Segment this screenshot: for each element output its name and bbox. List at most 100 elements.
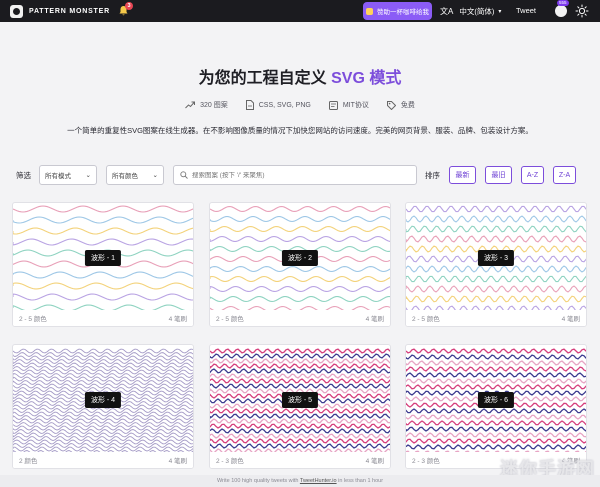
wave-line xyxy=(13,383,193,389)
feature-label: 免费 xyxy=(400,102,415,109)
logo-mark-icon xyxy=(10,4,23,18)
wave-line xyxy=(210,368,390,374)
wave-line xyxy=(13,352,193,357)
card-footer: 2 - 5 颜色 4 笔刷 xyxy=(13,310,193,326)
stroke-count: 4 笔刷 xyxy=(561,316,580,323)
bell-icon[interactable]: 3 xyxy=(118,2,133,18)
wave-line xyxy=(210,433,390,439)
wave-line xyxy=(13,439,193,445)
wave-line xyxy=(406,205,586,213)
wave-line xyxy=(210,358,390,364)
footer-text: Write 100 high quality tweets with xyxy=(216,478,300,484)
color-count: 2 - 3 颜色 xyxy=(216,458,244,465)
feature-patterns: 320 图案 xyxy=(185,100,228,110)
wave-line xyxy=(210,235,390,242)
tag-icon xyxy=(386,100,396,110)
search-box[interactable] xyxy=(173,165,417,185)
pattern-card[interactable]: 波形 - 3 2 - 5 颜色 4 笔刷 xyxy=(405,202,587,327)
github-icon[interactable] xyxy=(555,5,567,17)
wave-line xyxy=(13,271,193,279)
wave-line xyxy=(210,205,390,213)
title-accent: SVG 模式 xyxy=(331,70,402,87)
wave-line xyxy=(406,295,586,303)
notification-badge: 3 xyxy=(125,2,133,10)
stroke-count: 4 笔刷 xyxy=(168,458,187,465)
wave-line xyxy=(406,275,586,283)
card-footer: 2 颜色 4 笔刷 xyxy=(13,452,193,468)
wave-line xyxy=(406,360,586,366)
pattern-card[interactable]: 波形 - 2 2 - 5 颜色 4 笔刷 xyxy=(209,202,391,327)
wave-line xyxy=(406,444,586,450)
wave-line xyxy=(406,372,586,378)
wave-line xyxy=(210,383,390,389)
chevron-down-icon: ⌄ xyxy=(152,172,158,179)
wave-line xyxy=(210,423,390,429)
wave-line xyxy=(406,438,586,444)
coffee-icon xyxy=(366,7,373,15)
mode-select-value: 所有模式 xyxy=(45,173,71,180)
wave-line xyxy=(406,384,586,390)
wave-line xyxy=(210,285,390,293)
sponsor-button[interactable]: 赞助一杯咖啡给我 xyxy=(363,2,432,20)
page-title: 为您的工程自定义 SVG 模式 xyxy=(0,64,600,88)
color-count: 2 - 3 颜色 xyxy=(412,458,440,465)
color-count: 2 - 5 颜色 xyxy=(19,316,47,323)
trend-icon xyxy=(185,101,196,109)
wave-line xyxy=(406,378,586,384)
card-footer: 2 - 5 颜色 4 笔刷 xyxy=(406,310,586,326)
sponsor-label: 赞助一杯咖啡给我 xyxy=(377,9,429,16)
wave-line xyxy=(210,216,390,223)
footer-link[interactable]: TweetHunter.io xyxy=(300,478,337,484)
wave-line xyxy=(13,425,193,431)
sort-oldest-button[interactable]: 最旧 xyxy=(485,166,512,184)
sort-label: 排序 xyxy=(425,170,440,180)
stroke-count: 4 笔刷 xyxy=(365,316,384,323)
pattern-card[interactable]: 波形 - 5 2 - 3 颜色 4 笔刷 xyxy=(209,344,391,469)
language-selector[interactable]: 文A 中文(简体) ▾ xyxy=(440,0,501,22)
pattern-card[interactable]: 波形 - 6 2 - 3 颜色 4 笔刷 xyxy=(405,344,587,469)
wave-line xyxy=(406,366,586,372)
wave-line xyxy=(210,443,390,449)
color-select[interactable]: 所有颜色 ⌄ xyxy=(106,165,164,185)
top-navbar: PATTERN MONSTER 3 赞助一杯咖啡给我 文A 中文(简体) ▾ T… xyxy=(0,0,600,22)
wave-line xyxy=(210,418,390,424)
sort-newest-button[interactable]: 最新 xyxy=(449,166,476,184)
search-icon xyxy=(180,171,188,179)
wave-line xyxy=(406,420,586,426)
feature-label: 320 图案 xyxy=(200,102,228,109)
wave-line xyxy=(210,413,390,419)
wave-line xyxy=(13,348,193,354)
feature-license: MIT协议 xyxy=(328,100,369,110)
wave-line xyxy=(406,414,586,420)
sort-za-button[interactable]: Z-A xyxy=(553,166,576,184)
feature-price: 免费 xyxy=(386,100,415,110)
wave-line xyxy=(406,348,586,354)
wave-line xyxy=(210,428,390,434)
pattern-name-badge: 波形 - 6 xyxy=(477,392,515,408)
search-input[interactable] xyxy=(192,171,392,179)
wave-line xyxy=(210,295,390,303)
chevron-down-icon: ⌄ xyxy=(85,172,91,179)
wave-line xyxy=(210,353,390,359)
wave-line xyxy=(13,387,193,392)
card-footer: 2 - 3 颜色 4 笔刷 xyxy=(210,452,390,468)
wave-line xyxy=(13,415,193,420)
pattern-name-badge: 波形 - 4 xyxy=(84,392,122,408)
stroke-count: 4 笔刷 xyxy=(365,458,384,465)
pattern-name-badge: 波形 - 2 xyxy=(281,250,319,266)
mode-select[interactable]: 所有模式 ⌄ xyxy=(39,165,97,185)
wave-line xyxy=(210,373,390,379)
filter-bar: 筛选 所有模式 ⌄ 所有颜色 ⌄ 排序 最新 最旧 A-Z Z-A xyxy=(16,164,584,186)
wave-line xyxy=(210,348,390,354)
pattern-card[interactable]: 波形 - 1 2 - 5 颜色 4 笔刷 xyxy=(12,202,194,327)
tweet-link[interactable]: Tweet xyxy=(516,0,536,22)
pattern-card[interactable]: 波形 - 4 2 颜色 4 笔刷 xyxy=(12,344,194,469)
filter-label: 筛选 xyxy=(16,170,31,180)
wave-line xyxy=(406,432,586,438)
wave-line xyxy=(210,265,390,273)
wave-line xyxy=(210,408,390,414)
sort-az-button[interactable]: A-Z xyxy=(521,166,544,184)
color-select-value: 所有颜色 xyxy=(112,173,138,180)
theme-toggle-sun-icon[interactable] xyxy=(575,4,589,18)
logo[interactable]: PATTERN MONSTER xyxy=(10,4,110,18)
